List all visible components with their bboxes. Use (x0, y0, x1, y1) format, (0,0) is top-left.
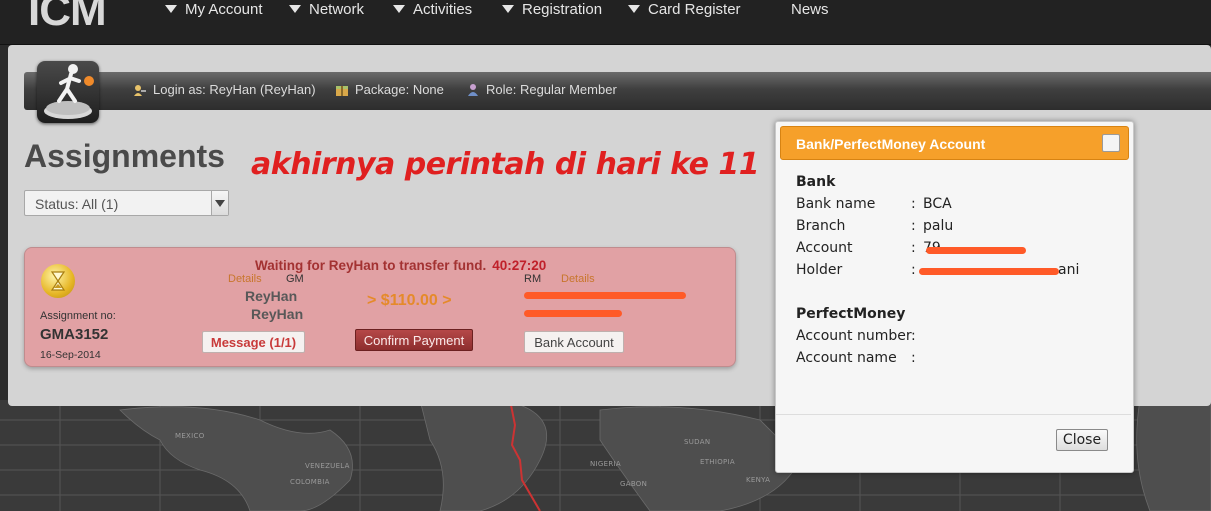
top-navigation: ICM My Account Network Activities Regist… (0, 0, 1211, 45)
status-filter-select[interactable]: Status: All (1) (24, 190, 229, 216)
account-row: Account:79 (796, 240, 941, 256)
holder-redaction (919, 268, 1059, 275)
assignment-number: GMA3152 (40, 326, 109, 343)
colon: : (911, 262, 916, 278)
colon: : (911, 350, 916, 366)
branch-label: Branch (796, 218, 846, 234)
bank-name-label: Bank name (796, 196, 876, 212)
pm-account-name-label: Account name (796, 350, 897, 366)
dialog-close-icon[interactable] (1102, 134, 1120, 152)
nav-my-account[interactable]: My Account (165, 0, 263, 22)
map-label: NIGERIA (590, 460, 621, 468)
close-button[interactable]: Close (1056, 429, 1108, 451)
countdown-timer: 40:27:20 (492, 258, 547, 273)
map-label: GABON (620, 480, 648, 488)
dialog-header: Bank/PerfectMoney Account (780, 126, 1129, 160)
pm-account-number-label: Account number (796, 328, 912, 344)
chevron-down-icon (289, 5, 301, 14)
holder-value: ani (1058, 262, 1080, 278)
nav-label: Activities (413, 1, 473, 18)
bank-account-button[interactable]: Bank Account (524, 331, 624, 353)
dialog-footer: Close (776, 414, 1131, 472)
nav-card-register[interactable]: Card Register (628, 0, 741, 22)
hourglass-icon (41, 264, 75, 298)
map-label: ETHIOPIA (700, 458, 736, 466)
avatar[interactable] (37, 61, 99, 123)
login-info: Login as: ReyHan (ReyHan) (133, 82, 316, 98)
nav-network[interactable]: Network (289, 0, 364, 22)
bank-section-title: Bank (796, 174, 836, 190)
page-title: Assignments (24, 138, 225, 174)
assignment-card: Waiting for ReyHan to transfer fund. 40:2… (24, 247, 736, 367)
nav-label: News (791, 1, 829, 18)
nav-label: Network (309, 1, 365, 18)
bank-name-value: BCA (923, 196, 952, 212)
branch-row: Branch: palu (796, 218, 953, 234)
chevron-down-icon (165, 5, 177, 14)
assignment-no-label: Assignment no: (40, 310, 116, 322)
rm-role-label: RM (524, 273, 542, 285)
status-filter-value: Status: All (1) (35, 196, 119, 212)
nav-registration[interactable]: Registration (502, 0, 602, 22)
chevron-down-icon[interactable] (211, 191, 228, 215)
colon: : (911, 328, 916, 344)
bank-name-row: Bank name: BCA (796, 196, 952, 212)
waiting-text: Waiting for ReyHan to transfer fund. (255, 258, 487, 273)
transfer-amount: > $110.00 > (367, 292, 452, 309)
chevron-down-icon (502, 5, 514, 14)
nav-label: Registration (522, 1, 603, 18)
bank-account-dialog: Bank/PerfectMoney Account Bank Bank name… (775, 121, 1134, 473)
avatar-figure-icon (44, 64, 94, 119)
package-icon (335, 83, 349, 97)
branch-value: palu (923, 218, 954, 234)
nav-activities[interactable]: Activities (393, 0, 472, 22)
map-label: COLOMBIA (290, 478, 330, 486)
map-label: KENYA (746, 476, 771, 484)
chevron-down-icon (393, 5, 405, 14)
gm-role-label: GM (286, 273, 304, 285)
nav-news[interactable]: News (791, 0, 829, 22)
gm-name: ReyHan (245, 288, 298, 304)
site-logo[interactable]: ICM (28, 0, 107, 36)
perfectmoney-section-title: PerfectMoney (796, 306, 906, 322)
confirm-payment-button[interactable]: Confirm Payment (355, 329, 473, 351)
pm-account-name-row: Account name: (796, 350, 916, 366)
waiting-status: Waiting for ReyHan to transfer fund. 40:2… (255, 258, 546, 273)
role-text: Role: Regular Member (486, 82, 617, 97)
holder-row: Holder: ani (796, 262, 1079, 278)
holder-label: Holder (796, 262, 843, 278)
package-text: Package: None (355, 82, 444, 97)
login-text: Login as: ReyHan (ReyHan) (153, 82, 316, 97)
colon: : (911, 218, 916, 234)
nav-label: Card Register (648, 1, 741, 18)
package-info: Package: None (335, 82, 444, 98)
rm-name-redaction (524, 292, 686, 299)
colon: : (911, 196, 916, 212)
rm-details-link[interactable]: Details (561, 273, 595, 285)
gm-details-link[interactable]: Details (228, 273, 262, 285)
gm-username: ReyHan (251, 306, 304, 322)
colon: : (911, 240, 916, 256)
nav-label: My Account (185, 1, 263, 18)
map-label: SUDAN (684, 438, 711, 446)
account-redaction (926, 247, 1026, 254)
map-label: VENEZUELA (305, 462, 350, 470)
chevron-down-icon (628, 5, 640, 14)
role-info: Role: Regular Member (466, 82, 617, 98)
account-label: Account (796, 240, 853, 256)
pm-account-number-row: Account number: (796, 328, 916, 344)
assignment-date: 16-Sep-2014 (40, 349, 101, 361)
message-button[interactable]: Message (1/1) (202, 331, 305, 353)
dialog-title: Bank/PerfectMoney Account (796, 136, 986, 152)
annotation-text: akhirnya perintah di hari ke 11 (251, 147, 760, 182)
role-icon (466, 83, 480, 97)
rm-username-redaction (524, 310, 622, 317)
user-key-icon (133, 83, 147, 97)
map-label: MEXICO (175, 432, 205, 440)
